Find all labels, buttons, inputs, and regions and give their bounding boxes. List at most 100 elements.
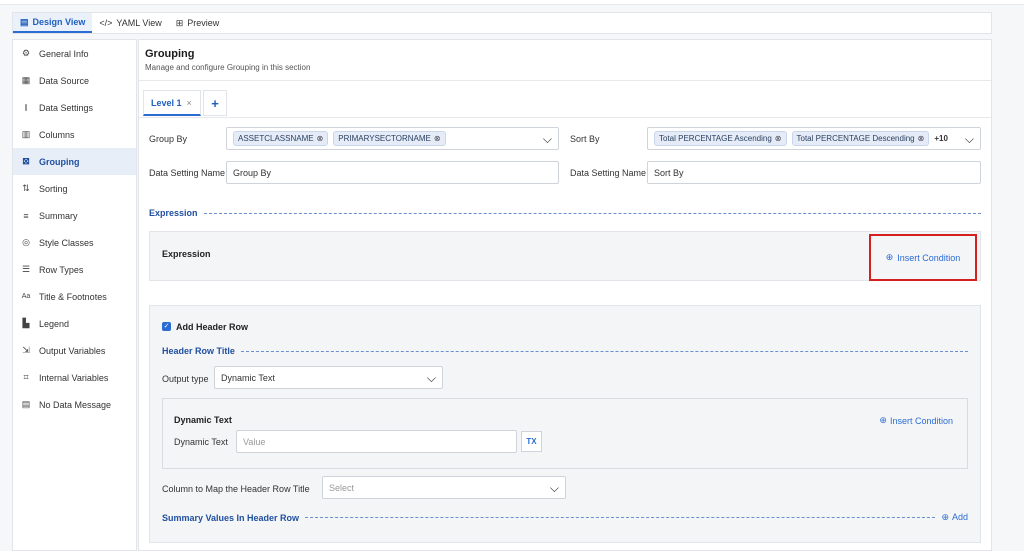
sidebar-item-legend[interactable]: ▙ Legend bbox=[13, 310, 136, 337]
add-header-row-label: Add Header Row bbox=[176, 322, 249, 332]
tab-design-view[interactable]: ▤ Design View bbox=[13, 13, 93, 33]
sidebar-item-label: Data Settings bbox=[39, 102, 94, 113]
close-icon[interactable]: × bbox=[187, 98, 192, 108]
summary-values-section: Summary Values In Header Row ⊕ Add bbox=[162, 512, 968, 523]
insert-condition-button[interactable]: ⊕ Insert Condition bbox=[869, 234, 977, 281]
tx-button[interactable]: TX bbox=[521, 431, 542, 452]
tab-preview[interactable]: ⊞ Preview bbox=[169, 13, 227, 33]
tab-label: Level 1 bbox=[151, 97, 182, 108]
columns-icon: ▥ bbox=[21, 129, 31, 139]
sidebar-item-label: Output Variables bbox=[39, 345, 106, 356]
sort-by-chip: Total PERCENTAGE Descending ⊗ bbox=[791, 131, 930, 146]
chevron-down-icon[interactable]: ⌵ bbox=[427, 371, 436, 386]
sidebar-item-no-data-message[interactable]: ▤ No Data Message bbox=[13, 391, 136, 418]
sidebar-item-row-types[interactable]: ☰ Row Types bbox=[13, 256, 136, 283]
sidebar-item-sorting[interactable]: ⇅ Sorting bbox=[13, 175, 136, 202]
data-setting-name-label: Data Setting Name bbox=[570, 168, 647, 178]
output-type-label: Output type bbox=[162, 374, 209, 384]
sort-by-select[interactable]: Total PERCENTAGE Ascending ⊗ Total PERCEN… bbox=[647, 127, 981, 150]
dynamic-text-input[interactable]: Value bbox=[236, 430, 517, 453]
sidebar-item-output-variables[interactable]: ⇲ Output Variables bbox=[13, 337, 136, 364]
sidebar-item-label: Legend bbox=[39, 318, 70, 329]
document-icon: ▤ bbox=[20, 16, 29, 27]
output-type-select[interactable]: Dynamic Text ⌵ bbox=[214, 366, 443, 389]
dashed-divider bbox=[240, 350, 968, 352]
sidebar-item-label: No Data Message bbox=[39, 399, 112, 410]
add-level-button[interactable]: + bbox=[203, 90, 227, 116]
tab-label: Preview bbox=[187, 18, 220, 28]
section-label: Expression bbox=[149, 208, 198, 218]
sidebar-item-label: Sorting bbox=[39, 183, 68, 194]
dashed-divider bbox=[203, 212, 981, 214]
sidebar-item-label: General Info bbox=[39, 48, 89, 59]
chip-remove-icon[interactable]: ⊗ bbox=[434, 134, 441, 143]
sidebar-item-grouping[interactable]: ⊠ Grouping bbox=[13, 148, 136, 175]
button-label: Insert Condition bbox=[897, 252, 961, 263]
view-tabs: ▤ Design View </> YAML View ⊞ Preview bbox=[12, 12, 992, 34]
sidebar-item-data-source[interactable]: ▦ Data Source bbox=[13, 67, 136, 94]
sidebar-item-label: Data Source bbox=[39, 75, 90, 86]
sidebar-item-label: Style Classes bbox=[39, 237, 94, 248]
section-label: Summary Values In Header Row bbox=[162, 512, 300, 523]
expression-section-header: Expression bbox=[149, 208, 981, 218]
message-icon: ▤ bbox=[21, 399, 31, 409]
tab-level-1[interactable]: Level 1 × bbox=[143, 90, 201, 116]
chip-remove-icon[interactable]: ⊗ bbox=[317, 134, 324, 143]
group-by-label: Group By bbox=[149, 134, 188, 144]
sort-by-chip: Total PERCENTAGE Ascending ⊗ bbox=[654, 131, 787, 146]
sidebar-item-style-classes[interactable]: ◎ Style Classes bbox=[13, 229, 136, 256]
sidebar-item-summary[interactable]: ≡ Summary bbox=[13, 202, 136, 229]
grouping-icon: ⊠ bbox=[22, 156, 30, 166]
sidebar-item-internal-variables[interactable]: ⌗ Internal Variables bbox=[13, 364, 136, 391]
plus-circle-icon: ⊕ bbox=[941, 512, 949, 522]
sidebar-item-label: Row Types bbox=[39, 264, 84, 275]
add-link[interactable]: ⊕ Add bbox=[941, 512, 968, 523]
sidebar-item-label: Internal Variables bbox=[39, 372, 109, 383]
plus-circle-icon: ⊕ bbox=[879, 415, 887, 425]
sidebar-item-data-settings[interactable]: ⫾ Data Settings bbox=[13, 94, 136, 121]
database-icon: ▦ bbox=[21, 75, 31, 85]
insert-condition-link[interactable]: ⊕ Insert Condition bbox=[879, 415, 953, 426]
palette-icon: ◎ bbox=[22, 237, 30, 247]
expression-label: Expression bbox=[162, 249, 211, 259]
code-icon: </> bbox=[99, 18, 113, 28]
text-icon: Aa bbox=[21, 293, 31, 300]
column-map-select[interactable]: Select ⌵ bbox=[322, 476, 566, 499]
add-header-row-checkbox[interactable]: ✓ bbox=[162, 322, 171, 331]
select-value: Dynamic Text bbox=[221, 372, 275, 383]
divider bbox=[139, 117, 991, 118]
sort-by-label: Sort By bbox=[570, 134, 600, 144]
more-count: +10 bbox=[934, 134, 948, 143]
variables-icon: ⌗ bbox=[23, 372, 29, 382]
tab-label: Design View bbox=[32, 17, 86, 27]
section-label: Header Row Title bbox=[162, 346, 235, 356]
link-label: Insert Condition bbox=[889, 415, 953, 426]
row-types-icon: ☰ bbox=[21, 264, 31, 274]
dynamic-text-label: Dynamic Text bbox=[174, 437, 228, 447]
sidebar-item-title-footnotes[interactable]: Aa Title & Footnotes bbox=[13, 283, 136, 310]
select-placeholder: Select bbox=[329, 482, 355, 493]
summary-icon: ≡ bbox=[23, 210, 29, 221]
sidebar: ⚙ General Info ▦ Data Source ⫾ Data Setting… bbox=[12, 39, 137, 551]
sidebar-item-columns[interactable]: ▥ Columns bbox=[13, 121, 136, 148]
data-setting-name-input[interactable]: Group By bbox=[226, 161, 559, 184]
header-row-title-section: Header Row Title bbox=[162, 346, 968, 356]
chevron-down-icon[interactable]: ⌵ bbox=[550, 481, 559, 496]
chip-remove-icon[interactable]: ⊗ bbox=[918, 134, 925, 143]
chevron-down-icon[interactable]: ⌵ bbox=[965, 132, 974, 147]
chip-label: Total PERCENTAGE Ascending bbox=[659, 134, 772, 143]
dynamic-text-title: Dynamic Text bbox=[174, 415, 232, 425]
chip-remove-icon[interactable]: ⊗ bbox=[775, 134, 782, 143]
tab-yaml-view[interactable]: </> YAML View bbox=[92, 13, 168, 33]
sidebar-item-label: Columns bbox=[39, 129, 75, 140]
output-icon: ⇲ bbox=[22, 345, 30, 355]
gear-icon: ⚙ bbox=[21, 48, 31, 58]
preview-icon: ⊞ bbox=[175, 17, 184, 28]
sidebar-item-general-info[interactable]: ⚙ General Info bbox=[13, 40, 136, 67]
main-panel: Grouping Manage and configure Grouping i… bbox=[138, 39, 992, 551]
group-by-chip: ASSETCLASSNAME ⊗ bbox=[233, 131, 329, 146]
group-by-select[interactable]: ASSETCLASSNAME ⊗ PRIMARYSECTORNAME ⊗ ⌵ bbox=[226, 127, 559, 150]
chevron-down-icon[interactable]: ⌵ bbox=[543, 132, 552, 147]
legend-icon: ▙ bbox=[22, 318, 30, 328]
data-setting-name-input[interactable]: Sort By bbox=[647, 161, 981, 184]
